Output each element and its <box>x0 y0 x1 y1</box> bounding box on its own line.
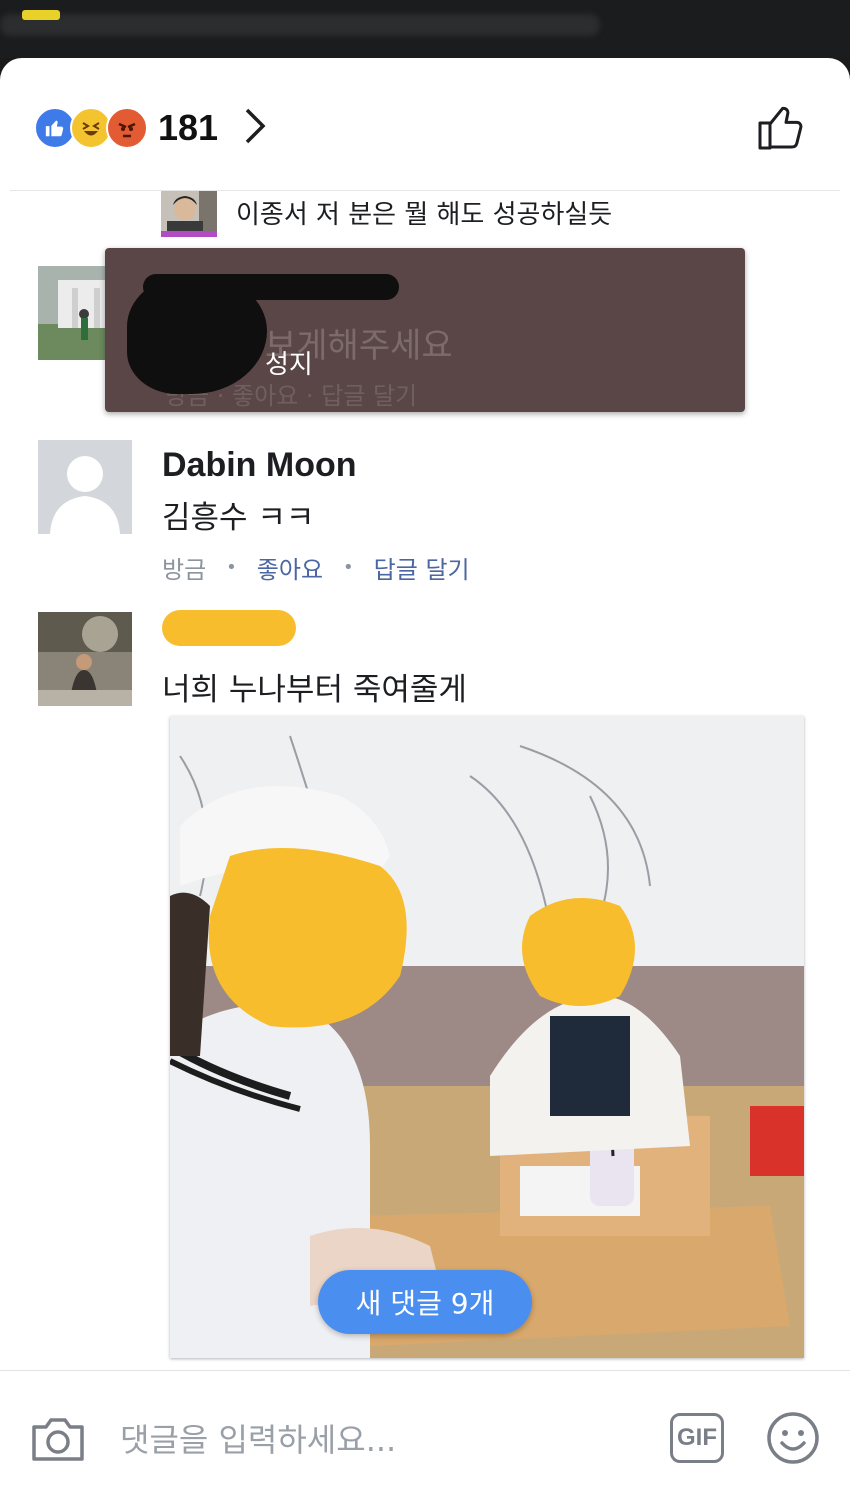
chevron-right-icon <box>244 107 266 149</box>
redaction-scribble <box>0 14 600 36</box>
emoji-icon[interactable] <box>766 1411 820 1469</box>
comment-meta: 방금 • 좋아요 • 답글 달기 <box>162 550 470 585</box>
separator-dot: • <box>343 557 354 578</box>
comment-text: 너희 누나부터 죽여줄게 <box>162 672 467 708</box>
comment-input[interactable] <box>118 1411 652 1469</box>
new-comments-button[interactable]: 새 댓글 9개 <box>318 1270 532 1334</box>
comments-panel: 181 이종서 저 분은 뭘 해도 성공하실듯 보게해주세요 방금 · 좋아요 … <box>0 58 850 1512</box>
angry-icon <box>106 107 148 149</box>
avatar[interactable] <box>38 612 132 706</box>
comment-composer: GIF <box>0 1370 850 1512</box>
tooltip-text: 성지 <box>265 350 313 380</box>
status-bar <box>0 0 850 58</box>
status-icon <box>22 10 60 20</box>
divider <box>10 190 840 191</box>
comment-text: 김흥수 ㅋㅋ <box>162 500 315 536</box>
avatar-placeholder[interactable] <box>38 440 132 534</box>
comment-photo[interactable] <box>170 716 804 1358</box>
reply-link[interactable]: 답글 달기 <box>374 550 470 585</box>
reactions-summary[interactable]: 181 <box>34 106 266 150</box>
camera-icon[interactable] <box>30 1415 86 1467</box>
reply-preview-text: 이종서 저 분은 뭘 해도 성공하실듯 <box>236 200 613 230</box>
separator-dot: • <box>226 557 237 578</box>
comment-time: 방금 <box>162 556 207 584</box>
like-button[interactable] <box>756 102 806 156</box>
comment-author[interactable]: Dabin Moon <box>162 446 357 485</box>
redaction-scribble <box>162 610 296 646</box>
like-link[interactable]: 좋아요 <box>257 550 323 585</box>
tooltip: 보게해주세요 방금 · 좋아요 · 답글 달기 성지 <box>105 248 745 412</box>
redaction-scribble <box>143 274 399 300</box>
gif-button[interactable]: GIF <box>670 1413 724 1463</box>
reaction-count: 181 <box>158 107 219 148</box>
default-user-icon <box>38 440 132 534</box>
avatar[interactable] <box>161 191 217 237</box>
thumbs-up-icon <box>758 106 803 150</box>
